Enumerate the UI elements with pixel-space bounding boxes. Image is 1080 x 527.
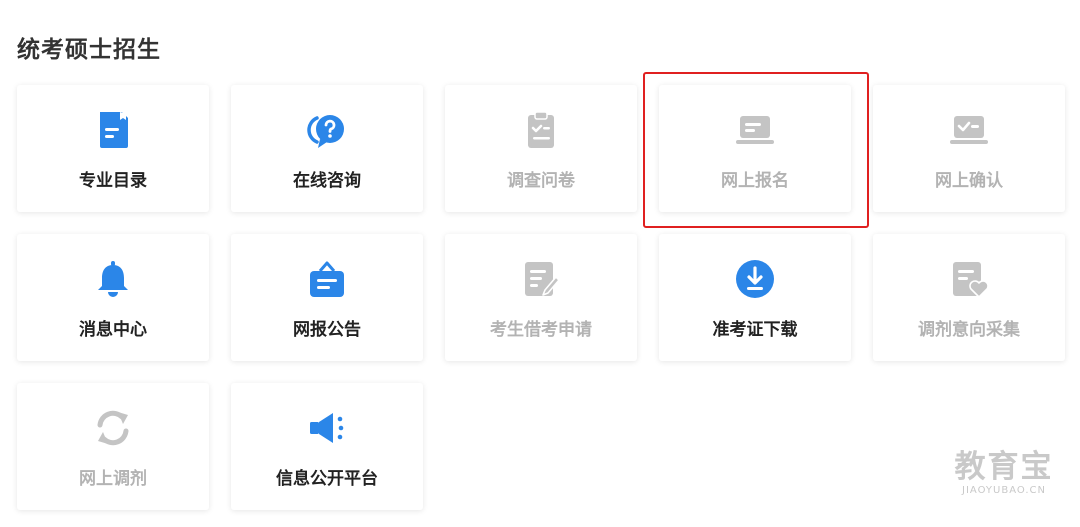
card-label: 网上确认 [935,171,1003,191]
card-major-catalog[interactable]: 专业目录 [17,85,209,212]
page-title: 统考硕士招生 [17,37,161,63]
card-label: 信息公开平台 [276,469,378,489]
card-survey[interactable]: 调查问卷 [445,85,637,212]
laptop-check-icon [949,110,989,150]
card-adjustment-intention[interactable]: 调剂意向采集 [873,234,1065,361]
catalog-document-icon [93,110,133,150]
chat-question-icon [307,110,347,150]
card-label: 调查问卷 [507,171,575,191]
card-label: 在线咨询 [293,171,361,191]
card-label: 考生借考申请 [490,320,592,340]
watermark-text: 教育宝 [954,449,1054,485]
download-circle-icon [735,259,775,299]
card-label: 调剂意向采集 [918,320,1020,340]
highlight-box [643,72,869,228]
card-message-center[interactable]: 消息中心 [17,234,209,361]
service-grid: 专业目录 在线咨询 调查问卷 网上报名 网上确认 消息中心 网报公告 考生借考申… [17,85,1065,510]
card-online-adjustment[interactable]: 网上调剂 [17,383,209,510]
watermark-domain: JIAOYUBAO.CN [962,485,1046,496]
card-label: 准考证下载 [712,320,798,340]
megaphone-icon [307,408,347,448]
refresh-arrows-icon [93,408,133,448]
card-label: 网报公告 [293,320,361,340]
card-borrow-exam-application[interactable]: 考生借考申请 [445,234,637,361]
card-label: 专业目录 [79,171,147,191]
announcement-bag-icon [307,259,347,299]
document-heart-icon [949,259,989,299]
card-registration-notice[interactable]: 网报公告 [231,234,423,361]
clipboard-check-icon [521,110,561,150]
card-online-confirm[interactable]: 网上确认 [873,85,1065,212]
watermark-logo: 教育宝 JIAOYUBAO.CN [948,449,1060,496]
bell-icon [93,259,133,299]
card-label: 消息中心 [79,320,147,340]
card-label: 网上调剂 [79,469,147,489]
document-edit-icon [521,259,561,299]
card-admission-ticket-download[interactable]: 准考证下载 [659,234,851,361]
card-online-consult[interactable]: 在线咨询 [231,85,423,212]
card-info-disclosure-platform[interactable]: 信息公开平台 [231,383,423,510]
